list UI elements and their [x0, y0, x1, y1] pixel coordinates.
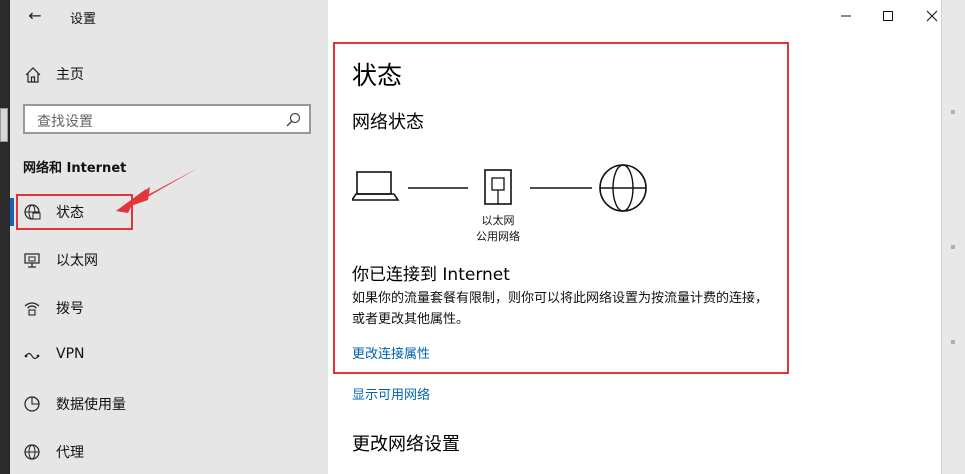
search-icon — [286, 112, 301, 127]
sidebar-item-label: 数据使用量 — [56, 397, 126, 413]
sidebar-item-vpn[interactable]: VPN — [10, 340, 328, 372]
sidebar-item-ethernet[interactable]: 以太网 — [10, 244, 328, 276]
change-connection-properties-link[interactable]: 更改连接属性 — [352, 343, 430, 362]
back-button[interactable]: ← — [24, 6, 46, 26]
globe-icon — [24, 444, 40, 460]
close-icon — [926, 10, 938, 22]
ethernet-icon — [24, 253, 40, 268]
background-desktop-strip — [0, 0, 10, 474]
desktop-marker — [951, 110, 955, 114]
home-icon — [25, 67, 41, 83]
minimize-icon — [841, 15, 851, 17]
connection-status-text: 你已连接到 Internet — [352, 265, 510, 285]
connection-description: 如果你的流量套餐有限制，则你可以将此网络设置为按流量计费的连接，或者更改其他属性… — [352, 291, 769, 327]
sidebar-item-label: 以太网 — [56, 253, 98, 269]
background-right-strip — [941, 0, 965, 474]
maximize-icon — [883, 11, 893, 21]
main-content: 状态 网络状态 以太网 公用网络 你已连接到 Internet 如果你的流量套餐… — [328, 0, 941, 474]
sidebar-item-label: VPN — [56, 346, 85, 362]
network-status-heading: 网络状态 — [352, 112, 424, 133]
sidebar-item-dialup[interactable]: 拨号 — [10, 292, 328, 324]
search-input[interactable]: 查找设置 — [23, 104, 311, 134]
page-title: 状态 — [352, 61, 403, 90]
ethernet-plug-icon — [484, 169, 512, 205]
sidebar-item-label: 拨号 — [56, 301, 84, 317]
window-title: 设置 — [70, 12, 97, 27]
dialup-icon — [24, 302, 40, 316]
desktop-item — [0, 108, 8, 142]
sidebar-item-home[interactable]: 主页 — [10, 60, 328, 88]
sidebar-item-label: 主页 — [56, 67, 84, 83]
close-button[interactable] — [924, 8, 940, 24]
sidebar: ← 设置 主页 查找设置 网络和 Internet 状态 以太网 拨号 VPN … — [10, 0, 328, 474]
desktop-marker — [951, 340, 955, 344]
sidebar-item-data-usage[interactable]: 数据使用量 — [10, 388, 328, 420]
vpn-icon — [24, 352, 40, 360]
sidebar-item-proxy[interactable]: 代理 — [10, 436, 328, 468]
maximize-button[interactable] — [880, 8, 896, 24]
network-type-label: 公用网络 — [476, 230, 520, 243]
internet-globe-icon — [599, 164, 647, 212]
data-usage-icon — [24, 396, 40, 412]
minimize-button[interactable] — [838, 8, 854, 24]
sidebar-item-label: 代理 — [56, 445, 84, 461]
annotation-arrow-icon — [116, 168, 198, 213]
change-network-settings-heading: 更改网络设置 — [352, 434, 460, 455]
active-indicator — [10, 198, 14, 226]
show-available-networks-link[interactable]: 显示可用网络 — [352, 384, 430, 403]
laptop-icon — [352, 171, 400, 201]
search-placeholder: 查找设置 — [37, 114, 93, 130]
adapter-label: 以太网 — [481, 214, 515, 227]
desktop-marker — [951, 245, 955, 249]
